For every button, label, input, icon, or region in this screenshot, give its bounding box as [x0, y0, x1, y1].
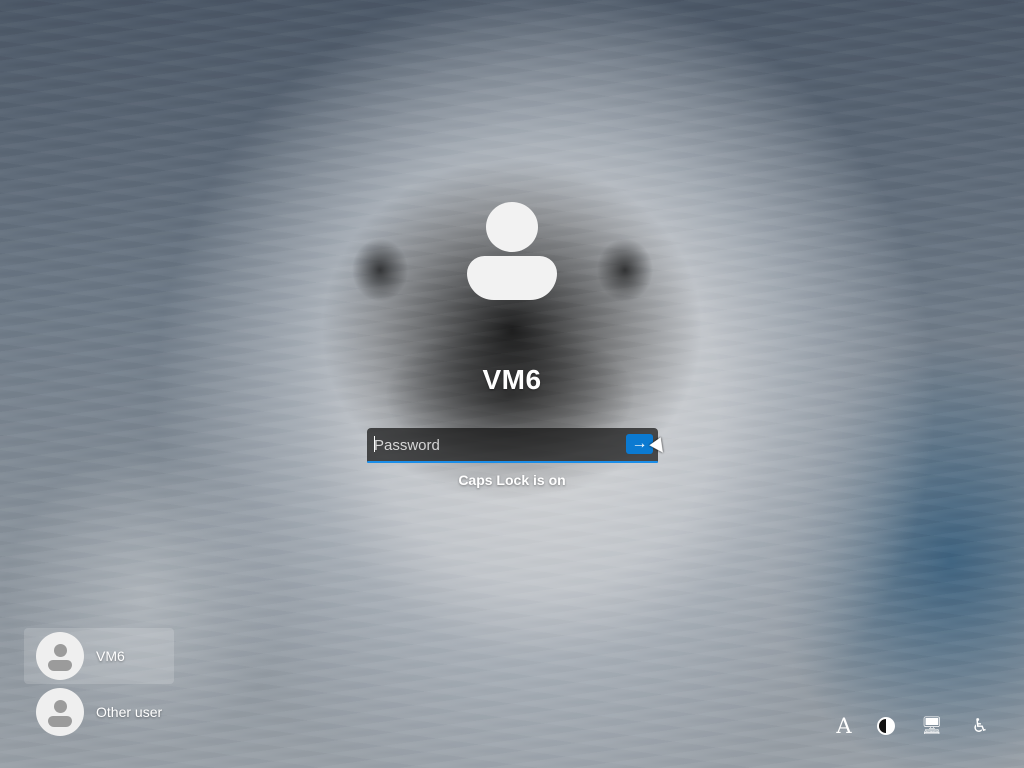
- user-avatar-icon: [36, 632, 84, 680]
- language-icon[interactable]: A: [830, 712, 858, 740]
- avatar-head: [486, 202, 538, 252]
- user-switcher: VM6 Other user: [24, 628, 174, 740]
- system-controls: A 🖥 ♿: [830, 712, 1000, 742]
- password-input[interactable]: [367, 428, 658, 462]
- user-avatar-icon: [462, 198, 562, 308]
- password-field-container[interactable]: →: [367, 428, 658, 463]
- contrast-icon-shape: [877, 717, 895, 735]
- arrow-right-icon: →: [631, 435, 648, 452]
- user-item-label: VM6: [96, 648, 125, 664]
- accessibility-icon[interactable]: ♿: [966, 712, 994, 740]
- password-focus-underline: [367, 461, 658, 463]
- user-item-other-user[interactable]: Other user: [24, 684, 174, 740]
- avatar-head: [54, 644, 67, 657]
- avatar-head: [54, 700, 67, 713]
- avatar-body: [48, 716, 72, 727]
- username-title: VM6: [482, 364, 542, 395]
- user-avatar-icon: [36, 688, 84, 736]
- user-item-label: Other user: [96, 704, 163, 720]
- caps-lock-warning: Caps Lock is on: [458, 472, 566, 488]
- user-item-vm6[interactable]: VM6: [24, 628, 174, 684]
- text-cursor: [374, 436, 375, 452]
- avatar-body: [48, 660, 72, 671]
- network-icon[interactable]: 🖥: [918, 712, 946, 740]
- avatar-body: [467, 256, 557, 300]
- windows-lock-screen: VM6 → Caps Lock is on VM6 Other user A 🖥…: [0, 0, 1024, 768]
- contrast-icon[interactable]: [872, 712, 900, 740]
